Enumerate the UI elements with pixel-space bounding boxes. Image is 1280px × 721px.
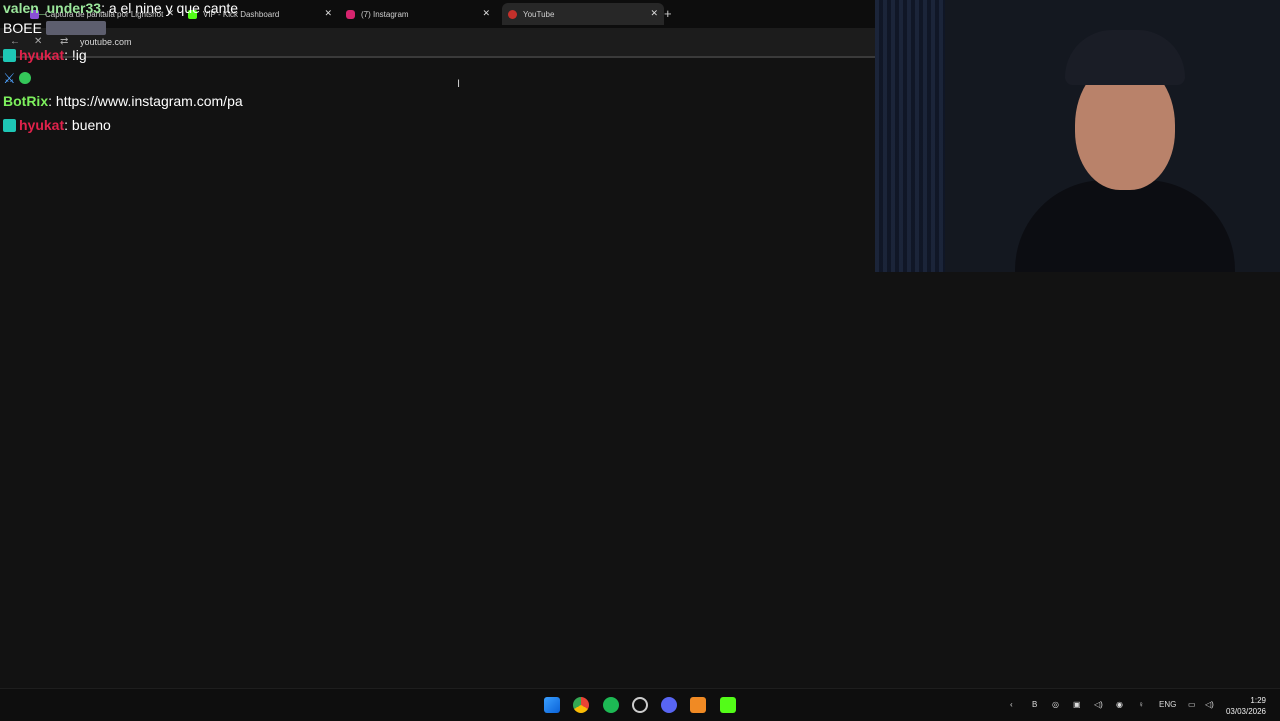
tab-instagram[interactable]: (7) Instagram ✕ <box>346 3 496 25</box>
chrome-icon[interactable] <box>573 697 589 713</box>
tray-app-icon[interactable]: ◎ <box>1052 700 1059 709</box>
chat-badges: ⚔ <box>3 70 32 87</box>
chat-separator: : <box>64 47 72 63</box>
tab-label: YouTube <box>523 9 555 19</box>
site-info-icon[interactable]: ⇄ <box>60 36 68 47</box>
network-icon[interactable]: ▭ <box>1188 700 1196 709</box>
fl-studio-icon[interactable] <box>690 697 706 713</box>
chat-text[interactable]: https://www.instagram.com/pa <box>56 93 243 109</box>
chat-separator: : <box>48 93 56 109</box>
chat-username: valen_under33 <box>3 0 102 16</box>
streamer-cap <box>1065 30 1185 85</box>
chat-message: BOEE <box>3 20 106 36</box>
chat-username: hyukat <box>19 117 65 133</box>
kick-app-icon[interactable] <box>720 697 736 713</box>
chat-username: BOEE <box>3 20 42 36</box>
moderator-badge-icon <box>3 119 16 132</box>
emote-image <box>45 21 106 35</box>
chat-text: bueno <box>71 117 111 133</box>
curtain-background <box>875 0 945 272</box>
volume-icon[interactable]: ◁) <box>1205 700 1214 709</box>
chat-message: hyukat: !ig <box>3 47 87 63</box>
back-icon[interactable]: ← <box>10 36 20 47</box>
moderator-badge-icon <box>3 49 16 62</box>
tray-chevron-icon[interactable]: ‹ <box>1010 700 1013 709</box>
webcam-feed <box>875 0 1280 272</box>
language-indicator[interactable]: ENG <box>1159 700 1176 709</box>
youtube-icon <box>508 9 517 19</box>
tab-label: (7) Instagram <box>361 9 409 19</box>
speaker-icon[interactable]: ◁) <box>1094 700 1103 709</box>
sword-badge-icon: ⚔ <box>3 70 16 86</box>
chat-message: valen_under33: a el nine y que cante <box>3 0 238 16</box>
microphone-icon[interactable]: ♀ <box>1138 700 1144 709</box>
close-icon[interactable]: ✕ <box>324 8 332 19</box>
spotify-icon[interactable] <box>603 697 619 713</box>
discord-icon[interactable] <box>661 697 677 713</box>
url-field[interactable]: youtube.com <box>80 37 132 47</box>
chat-separator: : <box>64 117 72 133</box>
clock[interactable]: 1:29 03/03/2026 <box>1226 695 1266 717</box>
stop-icon[interactable]: ✕ <box>34 36 42 47</box>
tab-youtube[interactable]: YouTube ✕ <box>502 3 664 25</box>
close-icon[interactable]: ✕ <box>650 8 658 19</box>
chat-message: hyukat: bueno <box>3 117 111 133</box>
close-icon[interactable]: ✕ <box>482 8 490 19</box>
address-bar: ← ✕ ⇄ youtube.com <box>0 28 875 58</box>
chat-text: a el nine y que cante <box>108 0 239 16</box>
taskbar: ‹ B ◎ ▣ ◁) ◉ ♀ ENG ▭ ◁) 1:29 03/03/2026 <box>0 688 1280 721</box>
tray-app-icon[interactable]: ▣ <box>1073 700 1081 709</box>
chat-username: hyukat <box>19 47 65 63</box>
streamer-body <box>1015 180 1235 272</box>
chat-separator: : <box>101 0 109 16</box>
chat-text: !ig <box>71 47 87 63</box>
verified-badge-icon <box>19 72 32 84</box>
tray-app-icon[interactable]: B <box>1032 700 1037 709</box>
tray-app-icon[interactable]: ◉ <box>1116 700 1123 709</box>
new-tab-button[interactable]: + <box>664 6 672 21</box>
obs-icon[interactable] <box>632 697 648 713</box>
windows-start-icon[interactable] <box>544 697 560 713</box>
clock-date: 03/03/2026 <box>1225 707 1266 716</box>
chat-message: BotRix: https://www.instagram.com/pa <box>3 93 243 109</box>
chat-username: BotRix <box>3 93 49 109</box>
text-cursor-icon: I <box>457 78 461 90</box>
instagram-icon <box>346 9 355 19</box>
clock-time: 1:29 <box>1250 696 1266 705</box>
